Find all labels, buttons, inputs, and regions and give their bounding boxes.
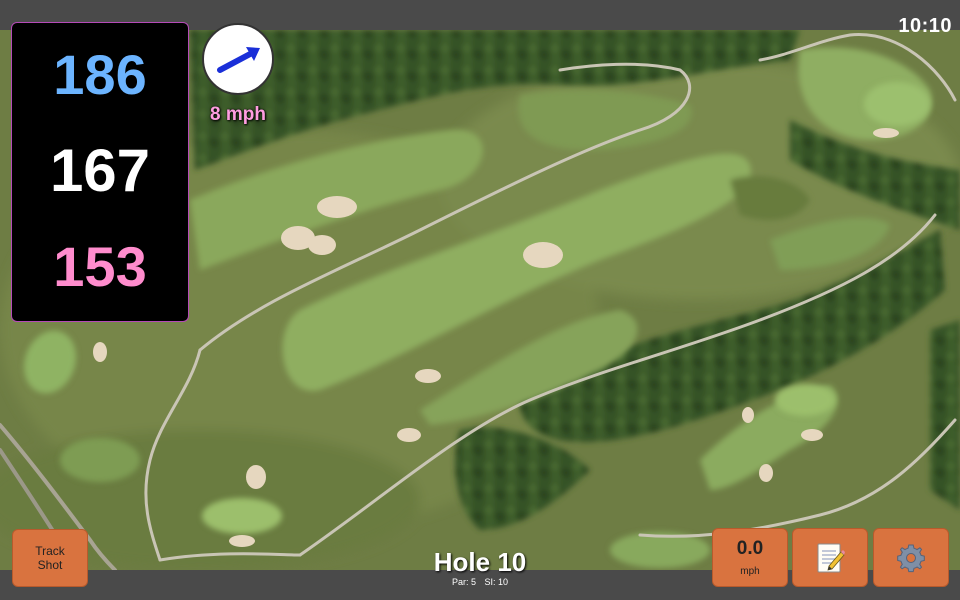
- scorecard-icon: [817, 543, 845, 572]
- front-distance: 153: [53, 235, 147, 298]
- speed-unit: mph: [740, 566, 760, 577]
- track-shot-label: Track Shot: [35, 544, 65, 572]
- speed-button[interactable]: 0.0 mph: [712, 528, 788, 587]
- track-shot-button[interactable]: Track Shot: [12, 529, 88, 587]
- par-label: Par: 5: [451, 577, 476, 587]
- hole-title: Hole 10: [433, 547, 527, 577]
- clock: 10:10: [898, 15, 952, 37]
- gps-screen: 10:10 186 167 153 8 mph Track Shot Hole …: [0, 0, 960, 600]
- wind-arrow-icon: [217, 47, 260, 73]
- si-label: SI: 10: [484, 577, 509, 587]
- wind-indicator: [202, 23, 274, 95]
- hole-meta: Par: 5 SI: 10: [380, 577, 580, 587]
- settings-button[interactable]: [873, 528, 949, 587]
- distance-panel: 186 167 153: [11, 22, 189, 322]
- scorecard-button[interactable]: [792, 528, 868, 587]
- speed-value: 0.0: [736, 538, 764, 559]
- wind-speed-label: 8 mph: [210, 104, 266, 125]
- back-distance: 186: [53, 43, 147, 106]
- gear-icon: [897, 544, 925, 572]
- center-distance: 167: [49, 137, 151, 204]
